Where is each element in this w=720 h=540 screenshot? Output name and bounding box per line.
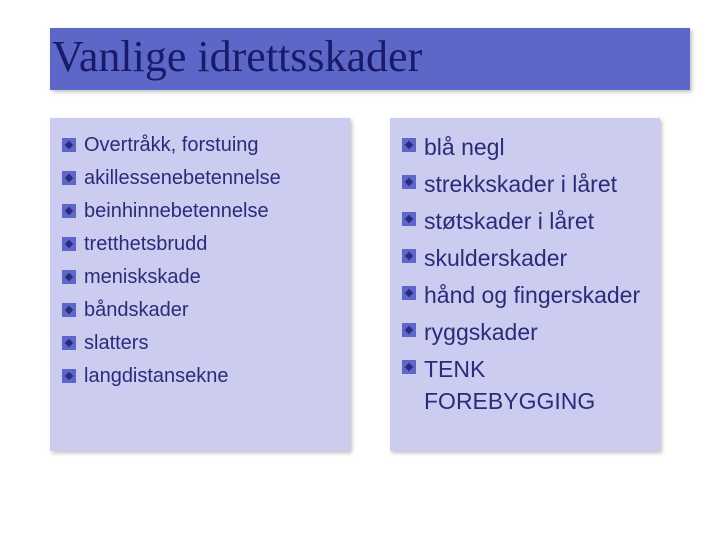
left-column: Overtråkk, forstuing akillessenebetennels… bbox=[50, 118, 350, 450]
left-list: Overtråkk, forstuing akillessenebetennels… bbox=[62, 132, 332, 390]
list-item-text: blå negl bbox=[424, 132, 642, 163]
diamond-bullet-icon bbox=[402, 175, 416, 189]
list-item: strekkskader i låret bbox=[402, 169, 642, 200]
title-band: Vanlige idrettsskader bbox=[50, 28, 690, 90]
list-item-text: TENK FOREBYGGING bbox=[424, 354, 642, 416]
list-item: TENK FOREBYGGING bbox=[402, 354, 642, 416]
list-item-text: støtskader i låret bbox=[424, 206, 642, 237]
diamond-bullet-icon bbox=[62, 237, 76, 251]
list-item-text: skulderskader bbox=[424, 243, 642, 274]
list-item: akillessenebetennelse bbox=[62, 165, 332, 192]
list-item-text: strekkskader i låret bbox=[424, 169, 642, 200]
list-item-text: langdistansekne bbox=[84, 363, 332, 390]
diamond-bullet-icon bbox=[402, 286, 416, 300]
list-item-text: slatters bbox=[84, 330, 332, 357]
diamond-bullet-icon bbox=[62, 171, 76, 185]
right-list: blå negl strekkskader i låret støtskader i… bbox=[402, 132, 642, 416]
diamond-bullet-icon bbox=[62, 138, 76, 152]
list-item-text: ryggskader bbox=[424, 317, 642, 348]
diamond-bullet-icon bbox=[62, 336, 76, 350]
content-columns: Overtråkk, forstuing akillessenebetennels… bbox=[50, 118, 690, 450]
list-item-text: Overtråkk, forstuing bbox=[84, 132, 332, 159]
list-item-text: båndskader bbox=[84, 297, 332, 324]
diamond-bullet-icon bbox=[402, 249, 416, 263]
list-item: hånd og fingerskader bbox=[402, 280, 642, 311]
right-column: blå negl strekkskader i låret støtskader i… bbox=[390, 118, 660, 450]
list-item-text: tretthetsbrudd bbox=[84, 231, 332, 258]
list-item: langdistansekne bbox=[62, 363, 332, 390]
diamond-bullet-icon bbox=[402, 138, 416, 152]
list-item: beinhinnebetennelse bbox=[62, 198, 332, 225]
slide-title: Vanlige idrettsskader bbox=[52, 34, 686, 80]
diamond-bullet-icon bbox=[62, 369, 76, 383]
diamond-bullet-icon bbox=[62, 303, 76, 317]
list-item: Overtråkk, forstuing bbox=[62, 132, 332, 159]
list-item: ryggskader bbox=[402, 317, 642, 348]
diamond-bullet-icon bbox=[62, 204, 76, 218]
diamond-bullet-icon bbox=[402, 360, 416, 374]
list-item: støtskader i låret bbox=[402, 206, 642, 237]
slide: Vanlige idrettsskader Overtråkk, forstui… bbox=[0, 0, 720, 540]
list-item-text: beinhinnebetennelse bbox=[84, 198, 332, 225]
diamond-bullet-icon bbox=[402, 323, 416, 337]
diamond-bullet-icon bbox=[402, 212, 416, 226]
list-item: tretthetsbrudd bbox=[62, 231, 332, 258]
list-item: båndskader bbox=[62, 297, 332, 324]
list-item-text: hånd og fingerskader bbox=[424, 280, 642, 311]
list-item-text: meniskskade bbox=[84, 264, 332, 291]
list-item: slatters bbox=[62, 330, 332, 357]
list-item: skulderskader bbox=[402, 243, 642, 274]
diamond-bullet-icon bbox=[62, 270, 76, 284]
list-item: blå negl bbox=[402, 132, 642, 163]
list-item: meniskskade bbox=[62, 264, 332, 291]
list-item-text: akillessenebetennelse bbox=[84, 165, 332, 192]
